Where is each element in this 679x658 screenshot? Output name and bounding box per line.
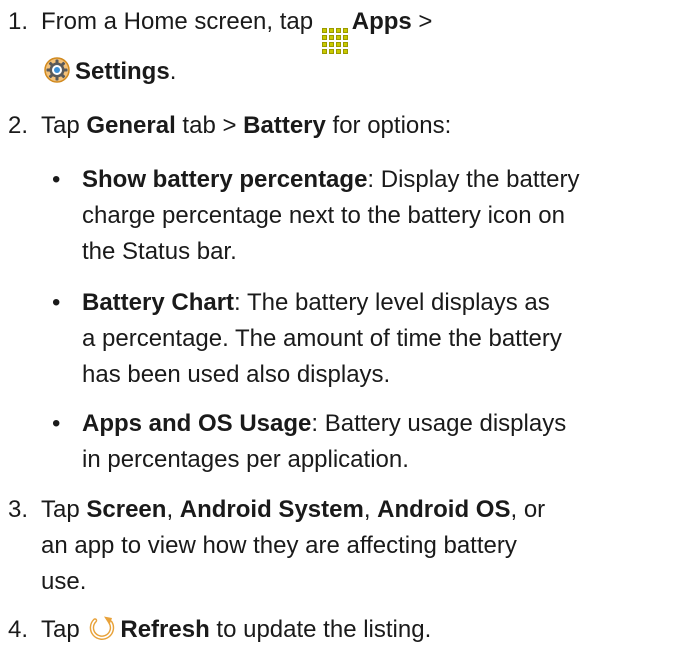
- step-number: 1.: [8, 8, 29, 35]
- bullet-text: Apps and OS Usage: Battery usage display…: [82, 406, 679, 478]
- bullet-dot: •: [52, 289, 61, 316]
- bullet-text: Show battery percentage: Display the bat…: [82, 162, 679, 270]
- step-text: to update the listing.: [209, 616, 432, 643]
- bullet-term: Show battery percentage: [82, 166, 368, 193]
- bullet-description: : Battery usage displays: [311, 410, 567, 437]
- step-number: 2.: [8, 112, 29, 139]
- step-text: Tap: [41, 496, 87, 523]
- step-body: Tap Screen, Android System, Android OS, …: [41, 492, 671, 600]
- android-system-label: Android System: [179, 496, 364, 523]
- step-text: >: [411, 8, 433, 35]
- step-body: From a Home screen, tap Apps > Settings.: [41, 4, 671, 90]
- step-number: 3.: [8, 496, 29, 523]
- bullet-description: has been used also displays.: [82, 361, 391, 388]
- settings-label: Settings: [75, 58, 170, 85]
- step-body: Tap General tab > Battery for options:: [41, 108, 671, 144]
- refresh-icon: [90, 616, 115, 640]
- bullet-description: charge percentage next to the battery ic…: [82, 202, 565, 229]
- bullet-description: in percentages per application.: [82, 446, 409, 473]
- step-text: ,: [363, 496, 378, 523]
- step-text: Tap: [41, 616, 87, 643]
- screen-label: Screen: [86, 496, 167, 523]
- step-text: Tap: [41, 112, 87, 139]
- step-text: an app to view how they are affecting ba…: [41, 532, 517, 559]
- bullet-description: the Status bar.: [82, 238, 237, 265]
- step-text: , or: [510, 496, 546, 523]
- bullet-description: : Display the battery: [367, 166, 580, 193]
- step-text: use.: [41, 568, 87, 595]
- step-text: for options:: [325, 112, 452, 139]
- general-tab-label: General: [86, 112, 176, 139]
- refresh-label: Refresh: [120, 616, 210, 643]
- bullet-description: a percentage. The amount of time the bat…: [82, 325, 562, 352]
- bullet-dot: •: [52, 410, 61, 437]
- bullet-term: Apps and OS Usage: [82, 410, 312, 437]
- bullet-dot: •: [52, 166, 61, 193]
- apps-grid-icon: [321, 28, 348, 54]
- step-text: From a Home screen, tap: [41, 8, 320, 35]
- bullet-text: Battery Chart: The battery level display…: [82, 285, 679, 393]
- battery-label: Battery: [243, 112, 326, 139]
- step-number: 4.: [8, 616, 29, 643]
- android-os-label: Android OS: [377, 496, 511, 523]
- bullet-description: : The battery level displays as: [234, 289, 550, 316]
- step-text: tab >: [175, 112, 244, 139]
- settings-gear-icon: [44, 57, 70, 83]
- step-body: Tap Refresh to update the listing.: [41, 612, 671, 648]
- bullet-term: Battery Chart: [82, 289, 235, 316]
- step-text: ,: [166, 496, 180, 523]
- step-text: .: [169, 58, 177, 85]
- apps-label: Apps: [351, 8, 412, 35]
